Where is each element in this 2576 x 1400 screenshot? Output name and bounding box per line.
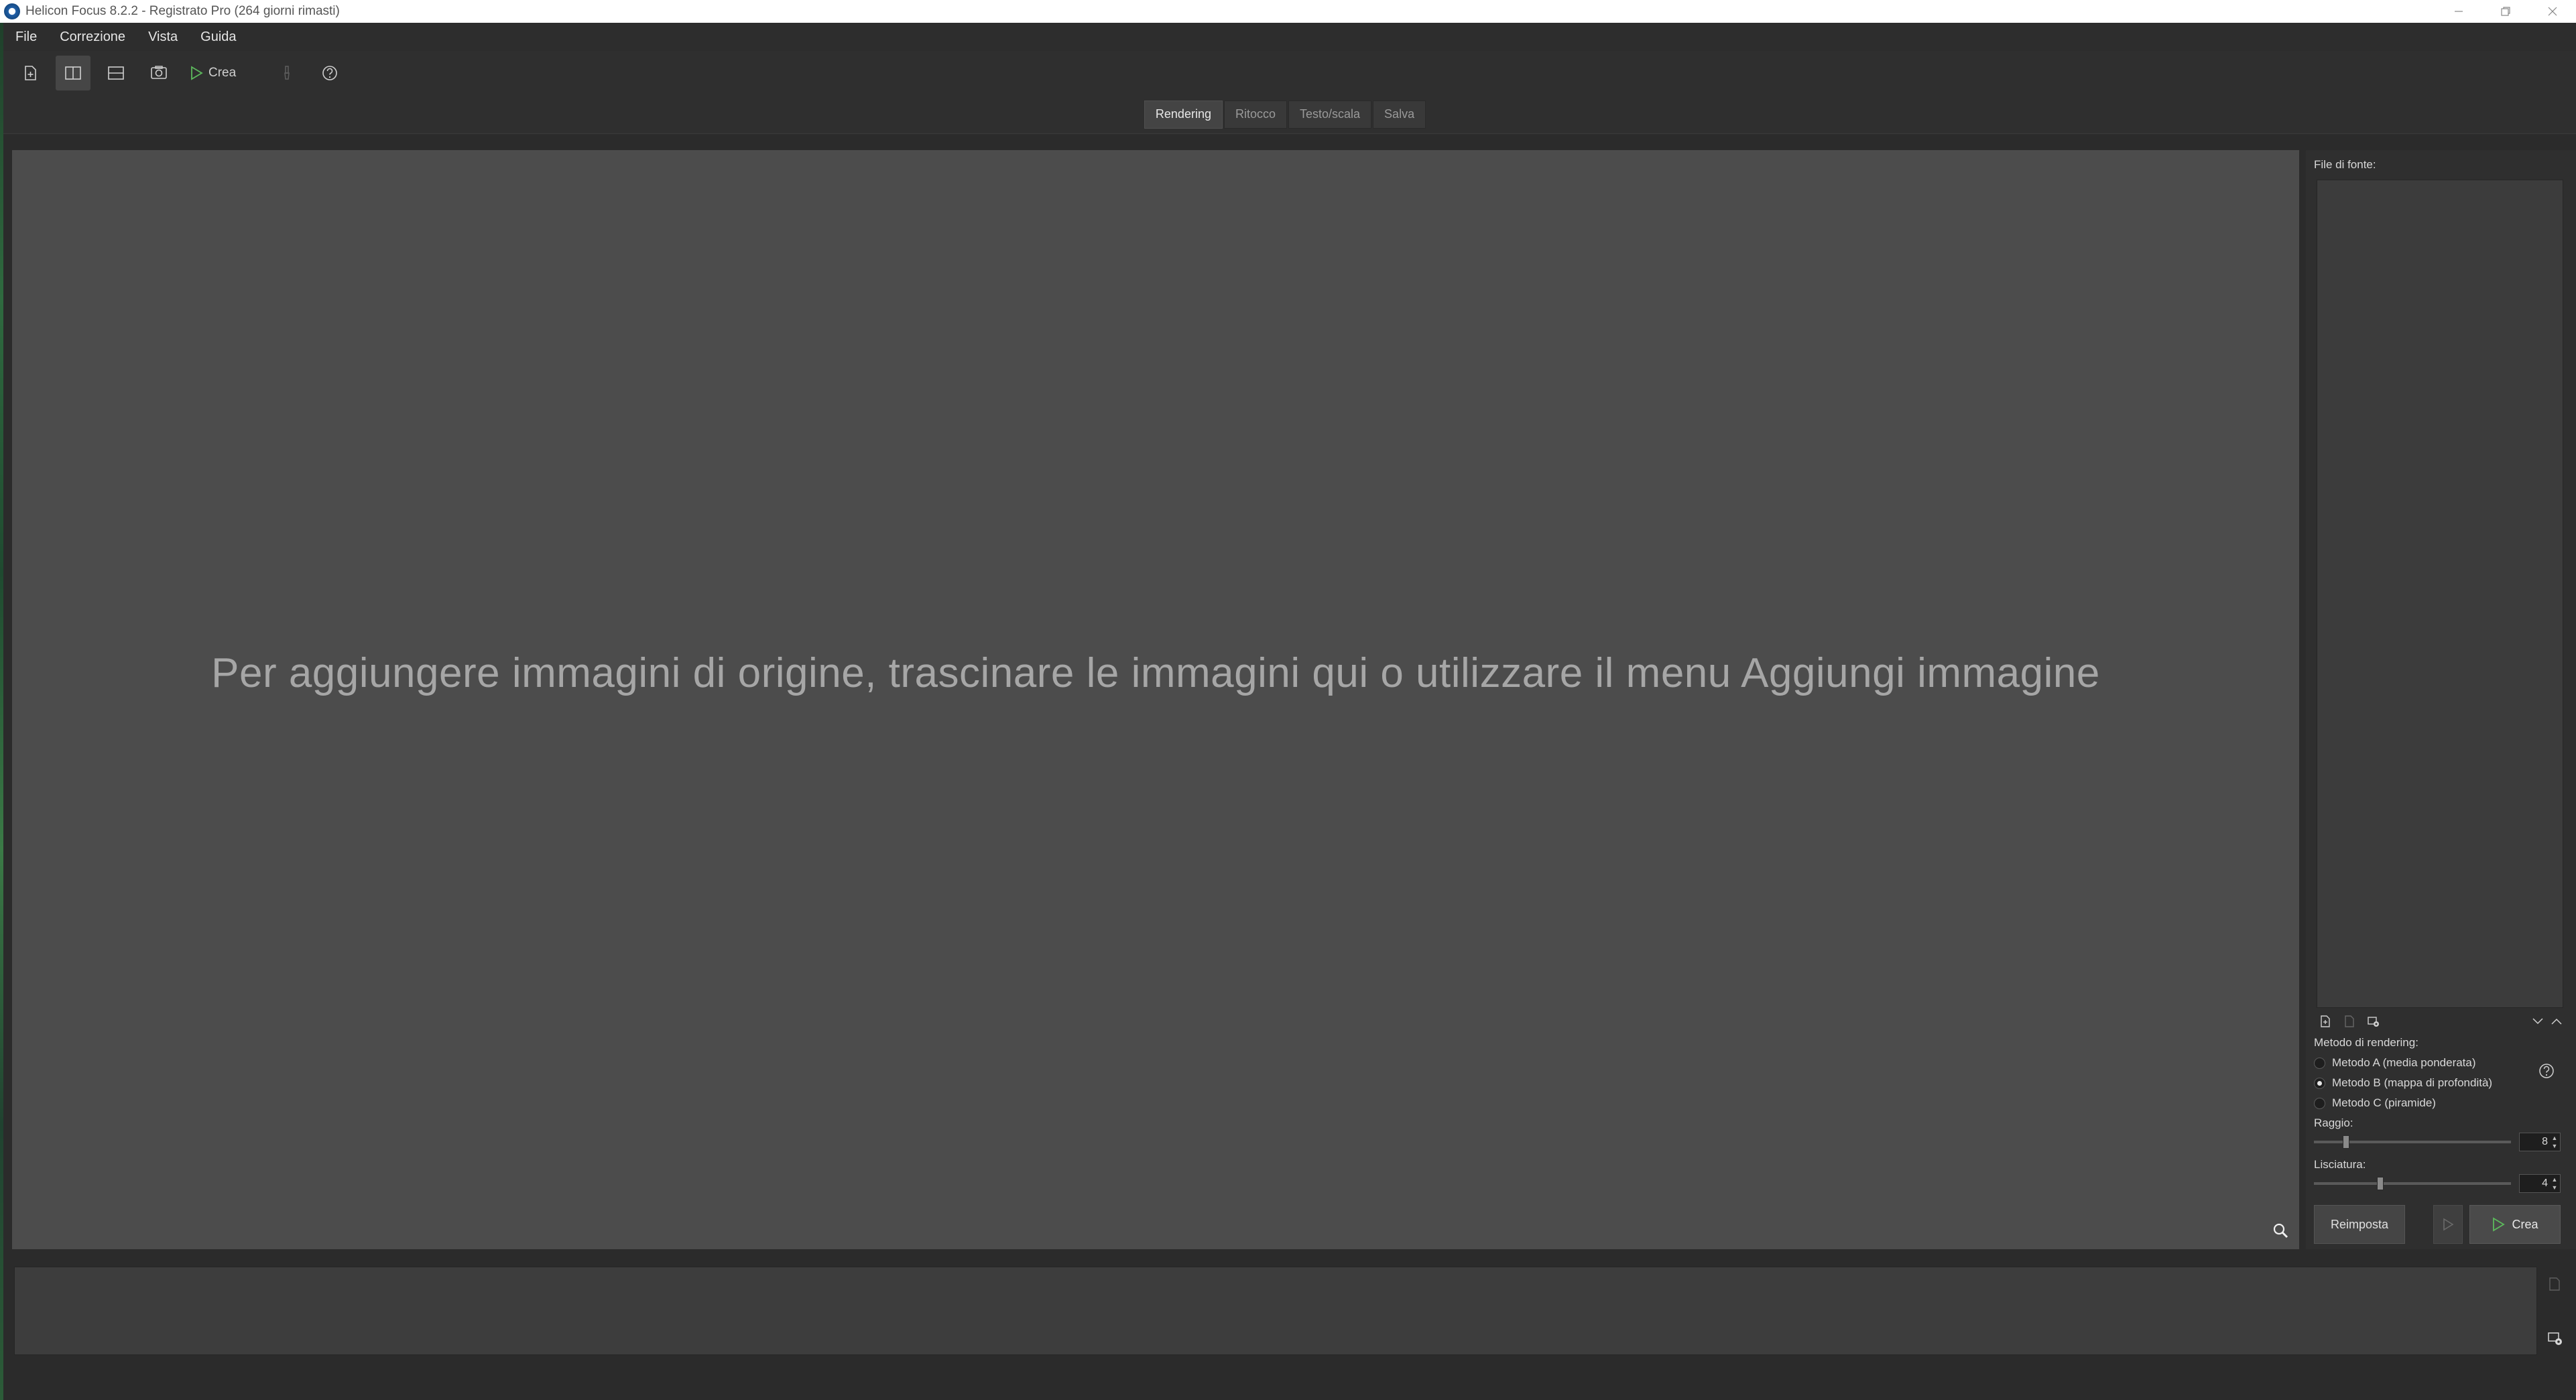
image-icon bbox=[151, 66, 167, 79]
image-drop-area[interactable]: Per aggiungere immagini di origine, tras… bbox=[12, 150, 2299, 1249]
remove-file-icon bbox=[2345, 1015, 2354, 1027]
method-c-label: Metodo C (piramide) bbox=[2332, 1096, 2436, 1109]
help-button[interactable] bbox=[312, 56, 347, 90]
preview-button[interactable] bbox=[2433, 1205, 2463, 1244]
window-title: Helicon Focus 8.2.2 - Registrato Pro (26… bbox=[25, 4, 340, 18]
minimize-icon[interactable] bbox=[2435, 0, 2482, 23]
chevron-down-icon[interactable] bbox=[2531, 1016, 2544, 1027]
smoothing-spinbox[interactable]: 4 ▲ ▼ bbox=[2519, 1174, 2561, 1193]
rendering-panel: File di fonte: Metodo di rendering: Meto… bbox=[2306, 150, 2576, 1249]
help-icon bbox=[322, 66, 337, 80]
split-horizontal-icon bbox=[108, 66, 124, 80]
help-icon[interactable] bbox=[2537, 1062, 2556, 1080]
method-b-radio[interactable] bbox=[2314, 1077, 2325, 1089]
split-vertical-icon bbox=[65, 66, 81, 80]
settings-icon[interactable] bbox=[2547, 1330, 2564, 1347]
spin-arrows-icon[interactable]: ▲ ▼ bbox=[2551, 1176, 2559, 1191]
radius-spinbox[interactable]: 8 ▲ ▼ bbox=[2519, 1133, 2561, 1151]
tab-rendering[interactable]: Rendering bbox=[1144, 100, 1223, 129]
radius-slider-handle[interactable] bbox=[2343, 1135, 2349, 1149]
play-icon bbox=[191, 66, 203, 80]
smoothing-label: Lisciatura: bbox=[2314, 1158, 2366, 1171]
method-a-radio[interactable] bbox=[2314, 1057, 2325, 1069]
method-a-option[interactable]: Metodo A (media ponderata) bbox=[2314, 1056, 2476, 1070]
reset-button[interactable]: Reimposta bbox=[2314, 1205, 2405, 1244]
method-b-option[interactable]: Metodo B (mappa di profondità) bbox=[2314, 1076, 2492, 1090]
create-label: Crea bbox=[2512, 1217, 2538, 1231]
tab-ritocco[interactable]: Ritocco bbox=[1223, 100, 1287, 129]
method-c-radio[interactable] bbox=[2314, 1097, 2325, 1109]
restore-icon[interactable] bbox=[2482, 0, 2529, 23]
file-list-toolbar bbox=[2317, 1012, 2563, 1031]
toolbar-create-label: Crea bbox=[208, 66, 237, 80]
add-file-icon bbox=[25, 66, 36, 80]
chevron-up-icon[interactable] bbox=[2550, 1016, 2563, 1027]
file-settings-button[interactable] bbox=[2365, 1013, 2382, 1030]
radius-slider[interactable] bbox=[2314, 1135, 2511, 1149]
spin-arrows-icon[interactable]: ▲ ▼ bbox=[2551, 1135, 2559, 1149]
menu-guida[interactable]: Guida bbox=[200, 29, 236, 45]
app-logo-icon bbox=[4, 3, 20, 19]
smoothing-slider[interactable] bbox=[2314, 1177, 2511, 1190]
source-files-label: File di fonte: bbox=[2314, 158, 2376, 171]
drop-hint-text: Per aggiungere immagini di origine, tras… bbox=[211, 649, 2100, 696]
add-images-button[interactable] bbox=[13, 56, 48, 90]
create-button[interactable]: Crea bbox=[2469, 1205, 2561, 1244]
window-controls bbox=[2435, 0, 2576, 23]
smoothing-slider-handle[interactable] bbox=[2377, 1177, 2384, 1190]
toolbar-create-button[interactable]: Crea bbox=[184, 56, 241, 90]
add-file-icon bbox=[2321, 1015, 2330, 1027]
tab-salva[interactable]: Salva bbox=[1373, 100, 1426, 129]
method-b-label: Metodo B (mappa di profondità) bbox=[2332, 1076, 2493, 1089]
close-icon[interactable] bbox=[2529, 0, 2576, 23]
play-icon bbox=[2493, 1217, 2506, 1232]
title-bar: Helicon Focus 8.2.2 - Registrato Pro (26… bbox=[0, 0, 2576, 23]
method-c-option[interactable]: Metodo C (piramide) bbox=[2314, 1096, 2436, 1110]
add-file-button[interactable] bbox=[2317, 1013, 2334, 1030]
mode-tab-strip: Rendering Ritocco Testo/scala Salva bbox=[3, 95, 2576, 134]
split-vertical-button[interactable] bbox=[56, 56, 90, 90]
settings-icon bbox=[2368, 1017, 2379, 1027]
rendering-method-label: Metodo di rendering: bbox=[2314, 1036, 2418, 1049]
radius-value: 8 bbox=[2542, 1136, 2548, 1147]
brush-icon bbox=[284, 66, 290, 80]
menu-file[interactable]: File bbox=[15, 29, 37, 45]
toolbar: Crea bbox=[3, 51, 2576, 95]
radius-label: Raggio: bbox=[2314, 1117, 2353, 1129]
smoothing-value: 4 bbox=[2542, 1178, 2548, 1189]
play-outline-icon bbox=[2443, 1218, 2454, 1231]
tab-testo-scala[interactable]: Testo/scala bbox=[1288, 100, 1372, 129]
desktop-edge bbox=[0, 23, 3, 1400]
menu-vista[interactable]: Vista bbox=[148, 29, 178, 45]
thumbnail-strip[interactable] bbox=[14, 1267, 2537, 1355]
bottom-strip bbox=[3, 1249, 2576, 1400]
method-a-label: Metodo A (media ponderata) bbox=[2332, 1056, 2476, 1069]
source-file-list[interactable] bbox=[2317, 180, 2563, 1008]
preview-image-button[interactable] bbox=[141, 56, 176, 90]
retouch-brush-button[interactable] bbox=[269, 56, 304, 90]
file-icon[interactable] bbox=[2547, 1276, 2563, 1292]
menu-correzione[interactable]: Correzione bbox=[60, 29, 125, 45]
remove-file-button[interactable] bbox=[2341, 1013, 2358, 1030]
menu-bar: File Correzione Vista Guida bbox=[3, 23, 2576, 51]
zoom-icon[interactable] bbox=[2271, 1221, 2290, 1240]
split-horizontal-button[interactable] bbox=[99, 56, 133, 90]
